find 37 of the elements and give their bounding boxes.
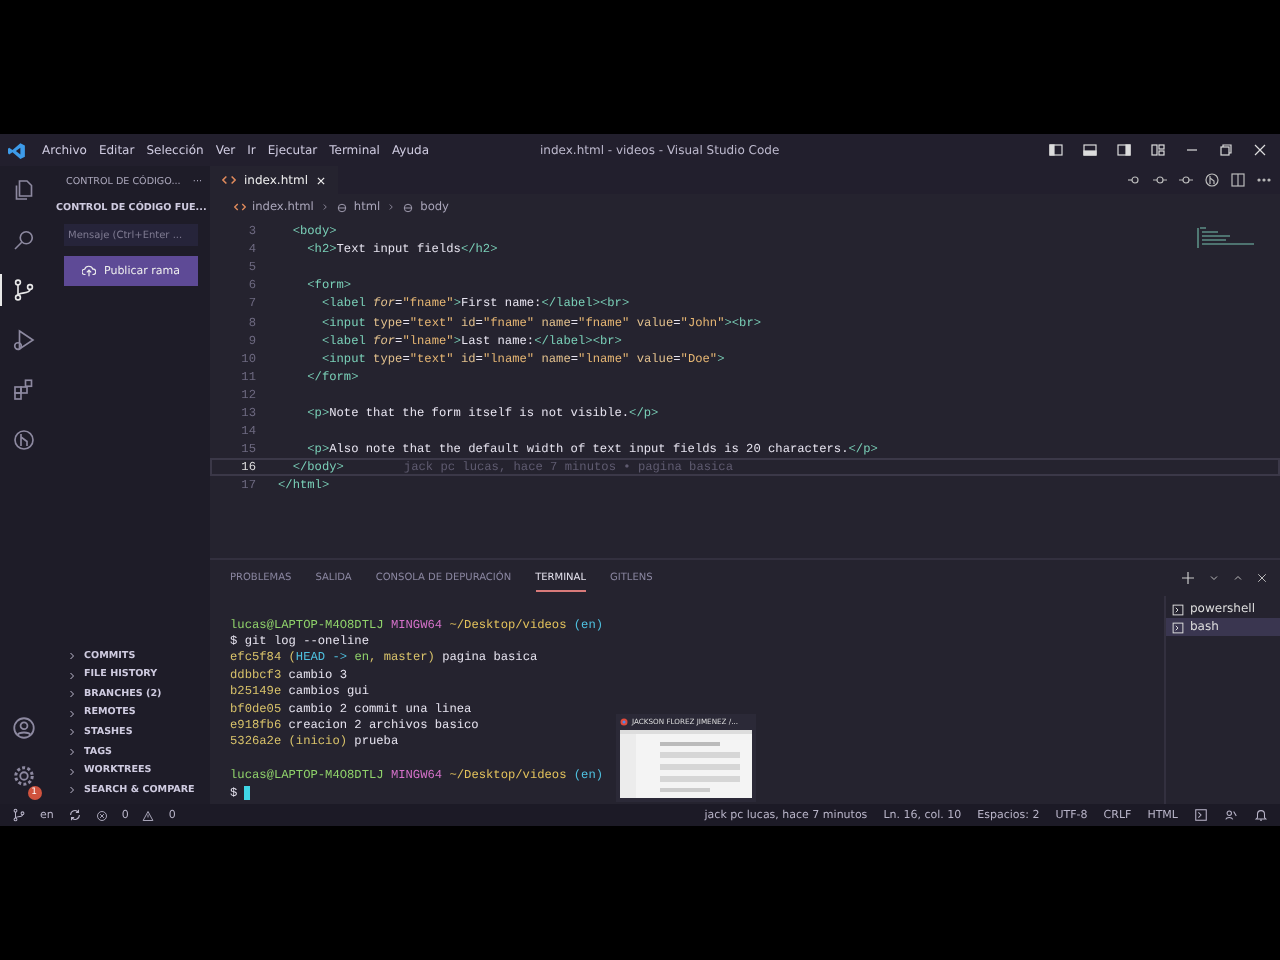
- code-file-icon: [234, 202, 246, 212]
- chevron-up-icon: [1232, 572, 1244, 584]
- previous-change-icon: [1152, 172, 1168, 188]
- secondary-sidebar-icon: [1116, 142, 1132, 158]
- accounts-icon: [1224, 808, 1238, 822]
- close-icon[interactable]: [316, 175, 326, 185]
- vscode-logo-icon: [8, 141, 26, 159]
- symbol-icon: [335, 201, 348, 213]
- customize-layout-icon: [1150, 142, 1166, 158]
- close-icon: [1252, 142, 1268, 158]
- warning-icon: [142, 809, 155, 821]
- open-changes-icon: [1126, 172, 1142, 188]
- terminal-icon: [1172, 603, 1184, 615]
- bell-icon: [1254, 808, 1268, 822]
- terminal-icon: [1172, 621, 1184, 633]
- error-icon: [95, 809, 108, 821]
- settings-icon: [11, 764, 35, 788]
- restore-icon: [1218, 142, 1234, 158]
- gitlens-icon: [1204, 172, 1220, 188]
- branch-icon: [12, 808, 26, 822]
- terminal-cursor: [243, 785, 251, 800]
- next-change-icon: [1178, 172, 1194, 188]
- split-editor-icon: [1230, 172, 1246, 188]
- chevron-right-icon: [386, 202, 397, 212]
- code-file-icon: [222, 174, 236, 186]
- account-icon: [11, 716, 35, 740]
- sidebar-layout-icon: [1048, 142, 1064, 158]
- chevron-right-icon: [319, 202, 330, 212]
- chevron-down-icon: [1208, 572, 1220, 584]
- terminal-icon: [1194, 808, 1208, 822]
- symbol-icon: [402, 201, 415, 213]
- close-icon: [1256, 572, 1268, 584]
- sync-icon: [67, 808, 82, 822]
- add-icon: [1180, 570, 1196, 586]
- browser-icon: [620, 718, 628, 726]
- cloud-upload-icon: [81, 264, 96, 278]
- panel-layout-icon: [1082, 142, 1098, 158]
